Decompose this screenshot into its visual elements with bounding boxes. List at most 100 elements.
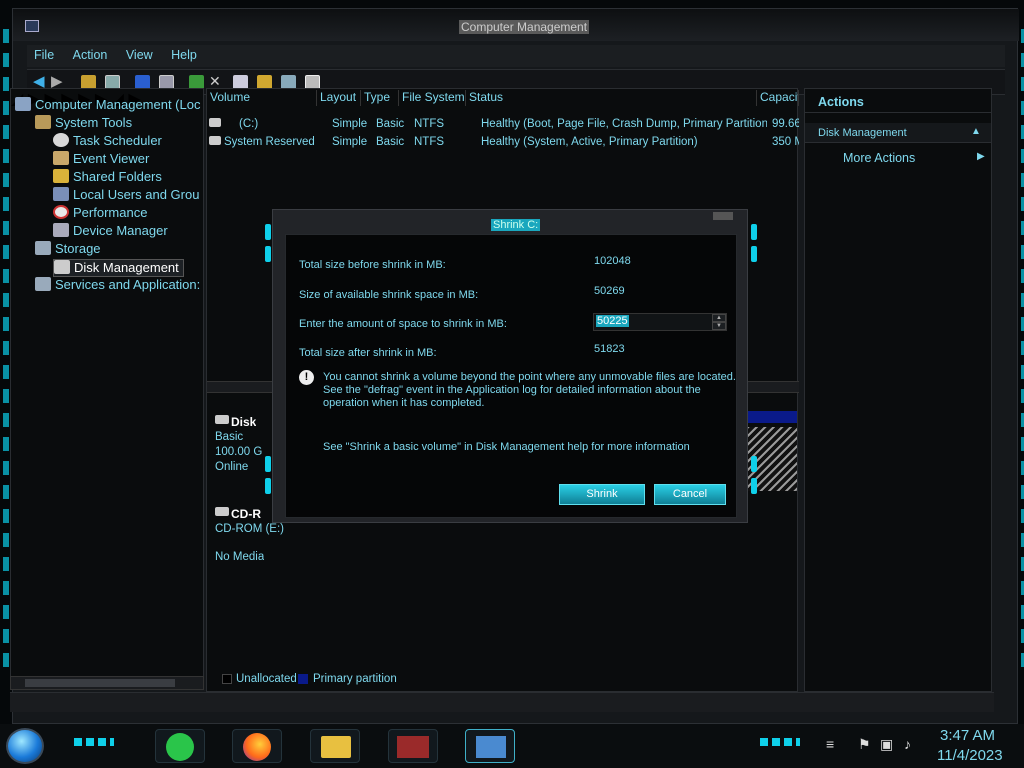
shared-folders-label: Shared Folders bbox=[73, 169, 162, 184]
tree-storage[interactable]: Storage bbox=[35, 241, 101, 259]
tools-icon bbox=[35, 115, 51, 129]
menu-bar: File Action View Help bbox=[27, 45, 1005, 67]
firefox-icon bbox=[243, 733, 271, 761]
menu-file[interactable]: File bbox=[27, 45, 61, 65]
volume-capacity: 99.66 G bbox=[772, 118, 799, 130]
shared-folder-icon bbox=[53, 169, 69, 183]
clock-date[interactable]: 11/4/2023 bbox=[937, 747, 1003, 764]
spin-down-icon[interactable]: ▼ bbox=[712, 322, 726, 330]
collapse-up-icon[interactable]: ▲ bbox=[971, 126, 981, 137]
volume-type: Basic bbox=[376, 136, 405, 148]
performance-icon bbox=[53, 205, 69, 219]
taskbar-app-active[interactable] bbox=[465, 729, 515, 763]
total-after-label: Total size after shrink in MB: bbox=[299, 347, 437, 359]
actions-section-disk-management[interactable]: Disk Management ▲ bbox=[805, 123, 991, 143]
performance-label: Performance bbox=[73, 205, 148, 220]
dialog-glow bbox=[265, 224, 271, 240]
flag-icon[interactable]: ⚑ bbox=[858, 736, 871, 753]
computer-management-icon bbox=[25, 20, 39, 32]
local-users-label: Local Users and Grou bbox=[73, 187, 200, 202]
col-type[interactable]: Type bbox=[361, 90, 399, 106]
tree-disk-management[interactable]: Disk Management bbox=[53, 259, 184, 277]
col-layout[interactable]: Layout bbox=[317, 90, 361, 106]
tree-device-manager[interactable]: Device Manager bbox=[53, 223, 168, 241]
taskbar-app-file-explorer[interactable] bbox=[310, 729, 360, 763]
show-desktop-icon[interactable]: ≡ bbox=[826, 736, 834, 752]
scroll-thumb[interactable] bbox=[25, 679, 175, 687]
volume-fs: NTFS bbox=[414, 118, 445, 130]
volume-layout: Simple bbox=[332, 136, 368, 148]
storage-icon bbox=[35, 241, 51, 255]
drive-icon bbox=[209, 118, 221, 127]
dialog-glow bbox=[751, 478, 757, 494]
dialog-glow bbox=[751, 246, 757, 262]
chevron-right-icon: ▶ bbox=[977, 151, 985, 162]
tree-system-tools[interactable]: System Tools bbox=[35, 115, 132, 133]
shrink-dialog: Shrink C: Total size before shrink in MB… bbox=[262, 204, 762, 534]
col-volume[interactable]: Volume bbox=[207, 90, 317, 106]
more-actions-item[interactable]: More Actions ▶ bbox=[805, 147, 991, 167]
dialog-close-button[interactable] bbox=[713, 212, 733, 220]
tree-task-scheduler[interactable]: Task Scheduler bbox=[53, 133, 162, 151]
disk-management-label: Disk Management bbox=[74, 260, 179, 275]
menu-view[interactable]: View bbox=[119, 45, 160, 65]
disk0-state: Online bbox=[215, 461, 249, 473]
volume-icon[interactable]: ♪ bbox=[904, 736, 911, 752]
left-window-glow bbox=[3, 9, 9, 689]
spin-up-icon[interactable]: ▲ bbox=[712, 314, 726, 322]
computer-icon bbox=[476, 736, 506, 758]
volume-capacity: 350 MB bbox=[772, 136, 799, 148]
dialog-glow bbox=[265, 478, 271, 494]
info-icon: ! bbox=[299, 370, 314, 385]
primary-swatch bbox=[298, 674, 308, 684]
dialog-glow bbox=[265, 246, 271, 262]
col-status[interactable]: Status bbox=[466, 90, 757, 106]
tree-services[interactable]: Services and Application: bbox=[35, 277, 200, 295]
col-capacity[interactable]: Capacity bbox=[757, 90, 799, 106]
taskbar-decor bbox=[760, 738, 800, 746]
clock-time[interactable]: 3:47 AM bbox=[940, 727, 995, 744]
device-manager-icon bbox=[53, 223, 69, 237]
cancel-button[interactable]: Cancel bbox=[654, 484, 726, 505]
disk0-name: Disk bbox=[231, 415, 257, 429]
taskbar-decor bbox=[74, 738, 114, 746]
taskbar: ≡ ⚑ ▣ ♪ 3:47 AM 11/4/2023 bbox=[0, 724, 1024, 768]
start-button[interactable] bbox=[6, 728, 44, 764]
navigation-tree: Computer Management (Loc ◢ System Tools … bbox=[10, 88, 204, 688]
menu-action[interactable]: Action bbox=[66, 45, 115, 65]
actions-section-label: Disk Management bbox=[818, 127, 907, 139]
volume-type: Basic bbox=[376, 118, 405, 130]
task-scheduler-label: Task Scheduler bbox=[73, 133, 162, 148]
shrink-amount-input[interactable]: 50225 ▲ ▼ bbox=[593, 313, 727, 331]
help-link[interactable]: See "Shrink a basic volume" in Disk Mana… bbox=[323, 441, 690, 453]
col-file-system[interactable]: File System bbox=[399, 90, 466, 106]
device-manager-label: Device Manager bbox=[73, 223, 168, 238]
menu-help[interactable]: Help bbox=[164, 45, 204, 65]
dialog-glow bbox=[751, 224, 757, 240]
taskbar-app-notes[interactable] bbox=[155, 729, 205, 763]
shrink-amount-value: 50225 bbox=[596, 315, 629, 327]
clock-icon bbox=[53, 133, 69, 147]
tree-computer-management[interactable]: Computer Management (Loc bbox=[15, 97, 200, 115]
computer-icon bbox=[15, 97, 31, 111]
dialog-body: Total size before shrink in MB: 102048 S… bbox=[285, 234, 737, 518]
shrink-button[interactable]: Shrink bbox=[559, 484, 645, 505]
title-bar[interactable]: Computer Management bbox=[13, 9, 1019, 41]
users-icon bbox=[53, 187, 69, 201]
taskbar-app-computer-management[interactable] bbox=[388, 729, 438, 763]
total-before-label: Total size before shrink in MB: bbox=[299, 259, 446, 271]
network-icon[interactable]: ▣ bbox=[880, 736, 893, 753]
legend: Unallocated Primary partition bbox=[206, 670, 798, 692]
tree-local-users[interactable]: Local Users and Grou bbox=[53, 187, 199, 205]
taskbar-app-firefox[interactable] bbox=[232, 729, 282, 763]
tree-performance[interactable]: Performance bbox=[53, 205, 147, 223]
tree-event-viewer[interactable]: Event Viewer bbox=[53, 151, 149, 169]
tree-horizontal-scrollbar[interactable] bbox=[10, 676, 204, 690]
tree-shared-folders[interactable]: Shared Folders bbox=[53, 169, 162, 187]
services-label: Services and Application: bbox=[55, 277, 201, 292]
dialog-glow bbox=[751, 456, 757, 472]
legend-unallocated: Unallocated bbox=[236, 673, 297, 685]
available-value: 50269 bbox=[594, 285, 625, 297]
services-icon bbox=[35, 277, 51, 291]
disk-icon bbox=[54, 260, 70, 274]
